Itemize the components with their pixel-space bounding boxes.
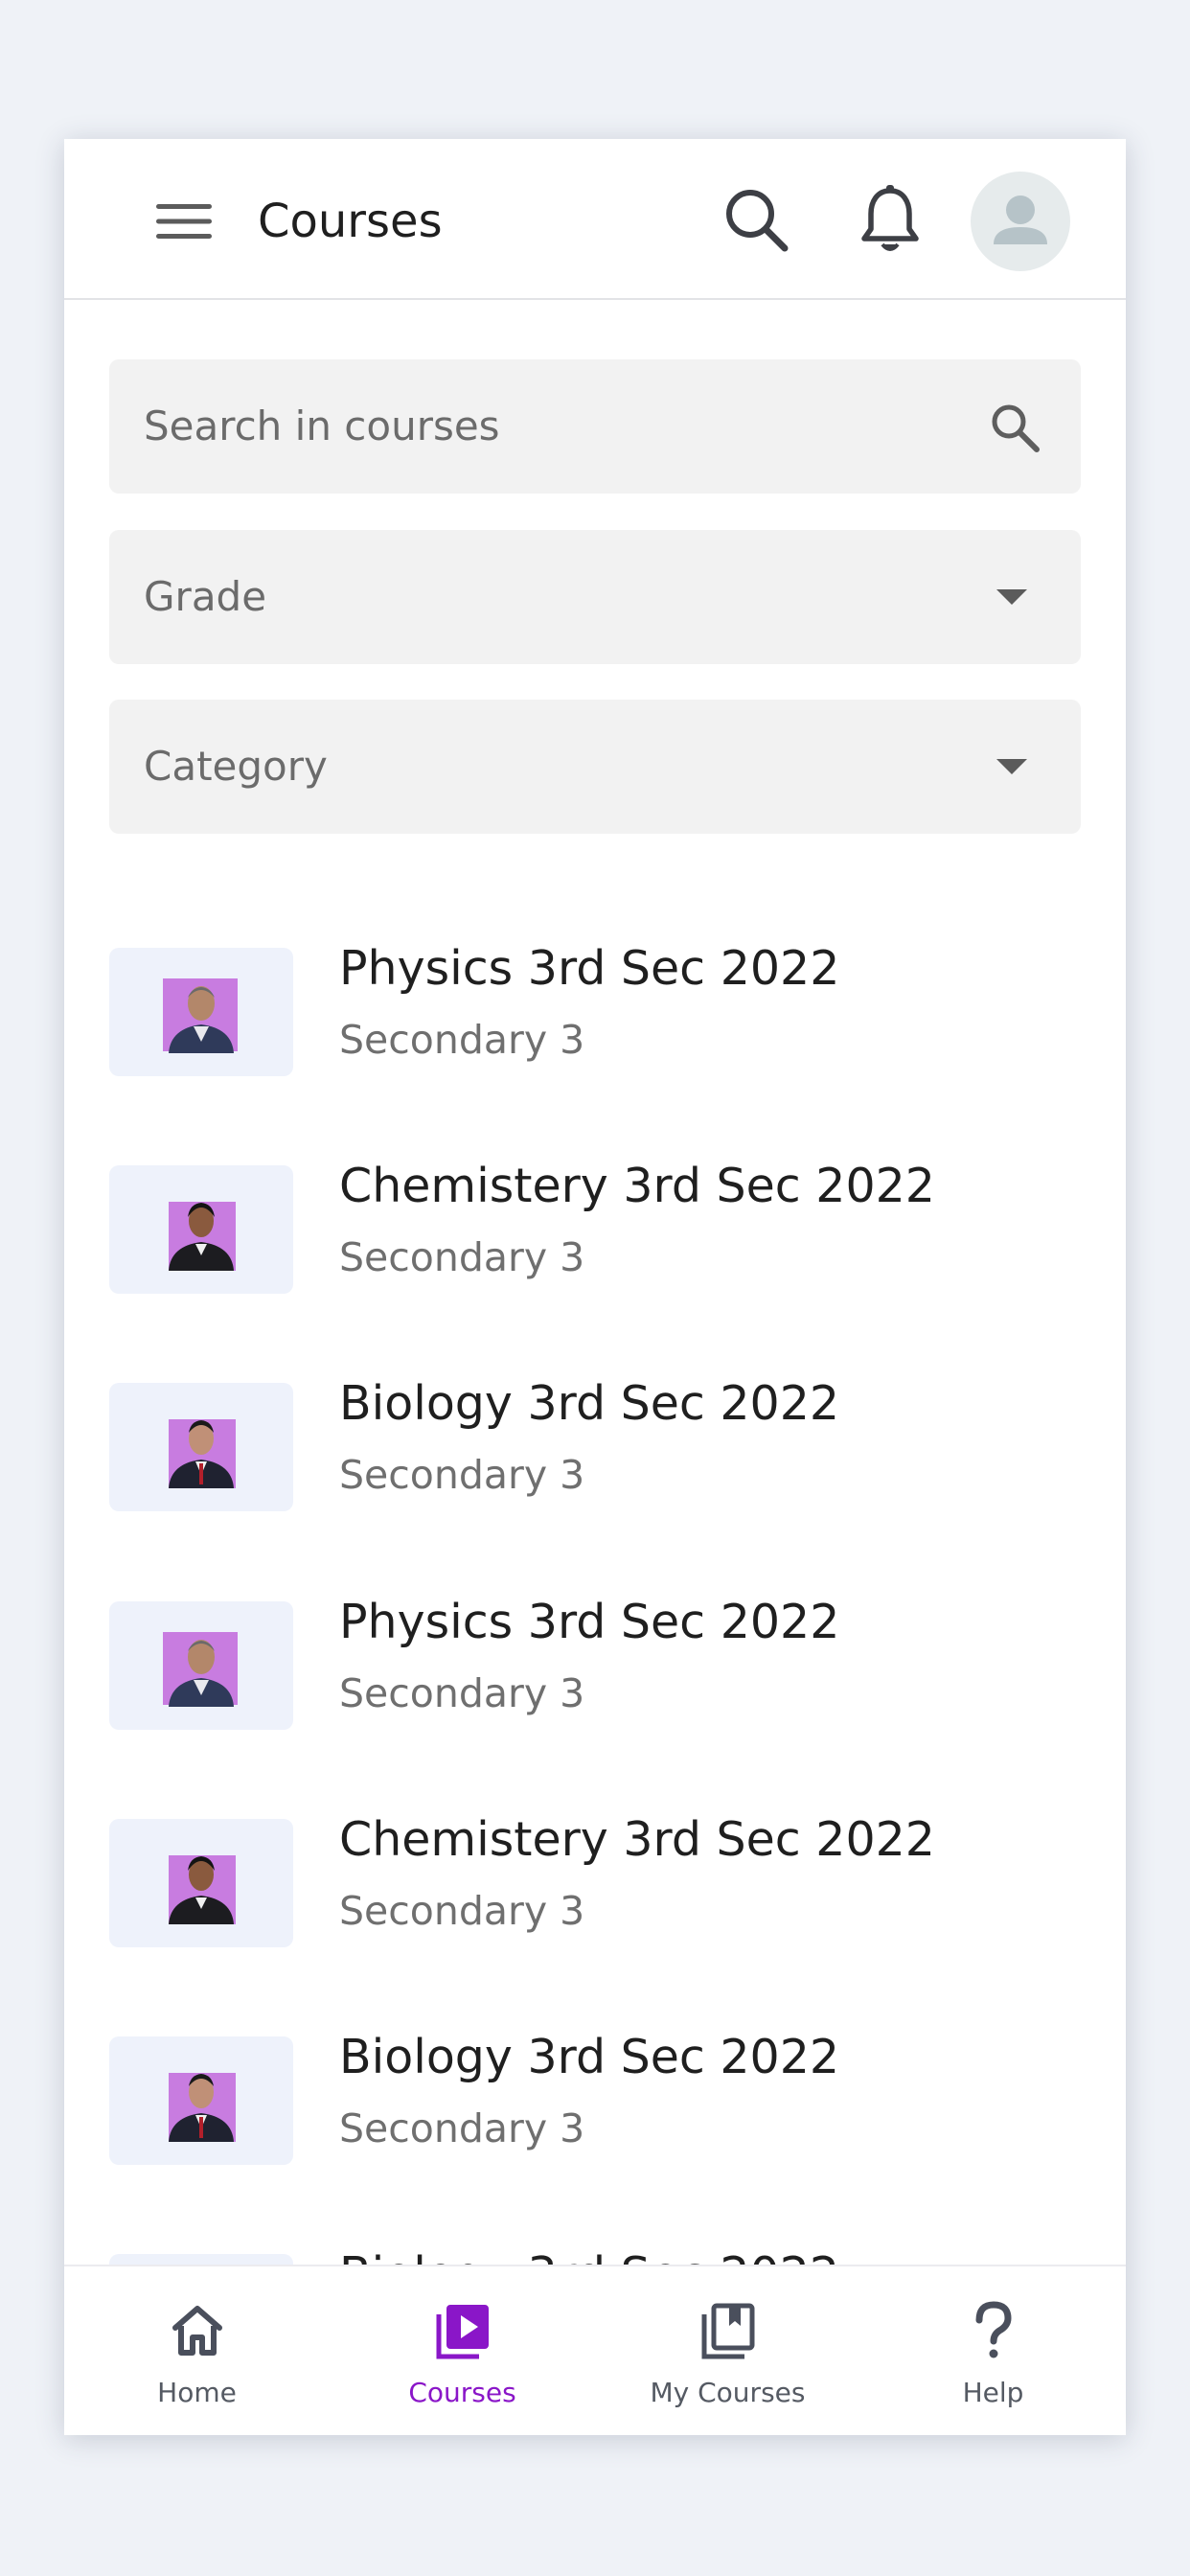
nav-my-courses[interactable]: My Courses <box>595 2266 860 2435</box>
course-item[interactable]: Physics 3rd Sec 2022 Secondary 3 <box>109 941 1081 1116</box>
nav-help-label: Help <box>962 2377 1024 2408</box>
course-item[interactable]: Physics 3rd Sec 2022 Secondary 3 <box>109 1595 1081 1770</box>
nav-home-label: Home <box>157 2377 237 2408</box>
course-title: Biology 3rd Sec 2022 <box>339 2030 840 2084</box>
caret-down-icon <box>996 759 1027 774</box>
question-mark-icon <box>975 2301 1012 2358</box>
course-item[interactable]: Biology 3rd Sec 2022 Secondary 3 <box>109 2030 1081 2205</box>
course-thumbnail <box>109 1383 293 1511</box>
nav-home[interactable]: Home <box>64 2266 330 2435</box>
course-grade: Secondary 3 <box>339 1888 585 1934</box>
hamburger-menu-icon[interactable] <box>156 204 212 239</box>
course-title: Physics 3rd Sec 2022 <box>339 1595 840 1649</box>
search-input[interactable]: Search in courses <box>109 359 1081 494</box>
category-dropdown[interactable]: Category <box>109 700 1081 834</box>
course-thumbnail <box>109 1819 293 1947</box>
nav-help[interactable]: Help <box>860 2266 1126 2435</box>
instructor-photo <box>169 2073 236 2142</box>
nav-courses[interactable]: Courses <box>330 2266 595 2435</box>
nav-my-courses-label: My Courses <box>650 2377 806 2408</box>
instructor-photo <box>163 978 238 1053</box>
course-grade: Secondary 3 <box>339 1017 585 1063</box>
course-item[interactable]: Biology 3rd Sec 2022 Secondary 3 <box>109 1376 1081 1552</box>
course-thumbnail <box>109 2036 293 2165</box>
course-grade: Secondary 3 <box>339 1452 585 1498</box>
bookmark-collection-icon <box>701 2303 755 2359</box>
course-title: Biology 3rd Sec 2022 <box>339 1376 840 1431</box>
caret-down-icon <box>996 589 1027 605</box>
home-icon <box>172 2306 222 2356</box>
nav-courses-label: Courses <box>408 2377 516 2408</box>
course-title: Chemistery 3rd Sec 2022 <box>339 1159 935 1213</box>
instructor-photo <box>163 1632 238 1707</box>
user-avatar[interactable] <box>971 172 1070 271</box>
app-screen: Courses Search in courses Grade Category… <box>64 139 1126 2435</box>
user-avatar-icon <box>994 196 1047 244</box>
course-title: Chemistery 3rd Sec 2022 <box>339 1812 935 1867</box>
course-thumbnail <box>109 1601 293 1730</box>
course-thumbnail <box>109 948 293 1076</box>
search-icon[interactable] <box>989 402 1041 453</box>
bell-icon[interactable] <box>859 185 921 254</box>
instructor-photo <box>169 1855 236 1924</box>
instructor-photo <box>169 1202 236 1271</box>
course-grade: Secondary 3 <box>339 1670 585 1716</box>
bottom-navigation: Home Courses My Courses Help <box>64 2265 1126 2435</box>
page-title: Courses <box>258 195 443 248</box>
video-library-icon <box>436 2305 489 2359</box>
course-thumbnail <box>109 1165 293 1294</box>
instructor-photo <box>169 1419 236 1488</box>
grade-dropdown-label: Grade <box>144 573 267 620</box>
grade-dropdown[interactable]: Grade <box>109 530 1081 664</box>
course-item[interactable]: Chemistery 3rd Sec 2022 Secondary 3 <box>109 1159 1081 1334</box>
course-item[interactable]: Chemistery 3rd Sec 2022 Secondary 3 <box>109 1812 1081 1988</box>
search-icon[interactable] <box>723 187 789 252</box>
course-title: Physics 3rd Sec 2022 <box>339 941 840 996</box>
search-placeholder: Search in courses <box>144 402 500 449</box>
category-dropdown-label: Category <box>144 743 328 790</box>
course-grade: Secondary 3 <box>339 2105 585 2151</box>
app-bar: Courses <box>64 139 1126 300</box>
course-grade: Secondary 3 <box>339 1234 585 1280</box>
